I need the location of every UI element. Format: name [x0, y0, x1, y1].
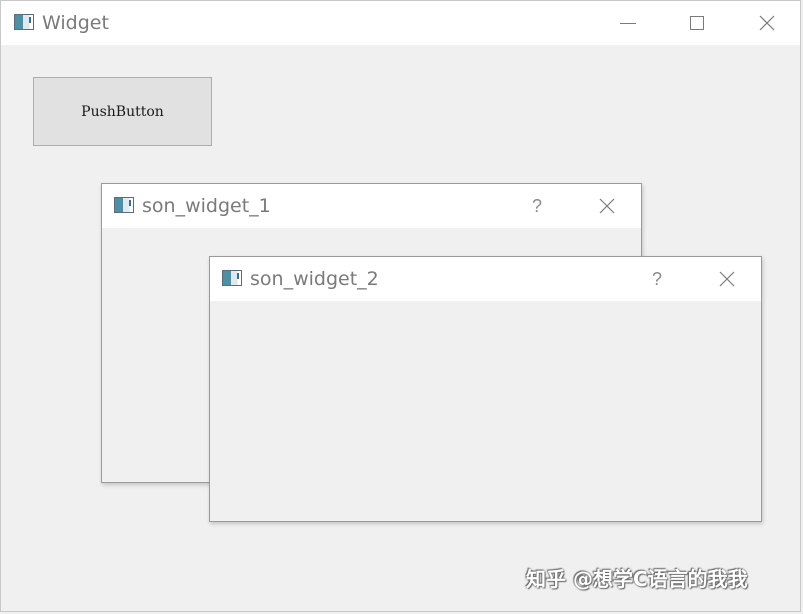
maximize-button[interactable] — [674, 1, 720, 45]
son-widget-2-help-button[interactable]: ? — [634, 257, 680, 301]
help-icon: ? — [651, 268, 662, 289]
watermark-text: 知乎 @想学C语言的我我 — [526, 567, 748, 591]
son-widget-2-titlebar[interactable]: son_widget_2 ? — [210, 257, 761, 301]
main-titlebar[interactable]: Widget — [1, 1, 800, 45]
close-icon — [599, 198, 615, 214]
maximize-icon — [690, 16, 704, 30]
app-window-icon — [114, 197, 134, 213]
push-button[interactable]: PushButton — [33, 77, 212, 146]
son-widget-1-titlebar[interactable]: son_widget_1 ? — [102, 184, 641, 228]
son-widget-1-close-button[interactable] — [584, 184, 630, 228]
son-widget-1-help-button[interactable]: ? — [514, 184, 560, 228]
minimize-icon — [620, 22, 636, 24]
son-widget-2-title: son_widget_2 — [250, 268, 379, 290]
minimize-button[interactable] — [605, 1, 651, 45]
son-widget-2-dialog: son_widget_2 ? — [209, 256, 762, 522]
son-widget-2-close-button[interactable] — [704, 257, 750, 301]
window-title: Widget — [42, 12, 109, 34]
help-icon: ? — [531, 195, 542, 216]
son-widget-1-title: son_widget_1 — [142, 195, 271, 217]
close-icon — [759, 15, 775, 31]
close-button[interactable] — [744, 1, 790, 45]
close-icon — [719, 271, 735, 287]
app-window-icon — [14, 14, 34, 30]
app-window-icon — [222, 270, 242, 286]
